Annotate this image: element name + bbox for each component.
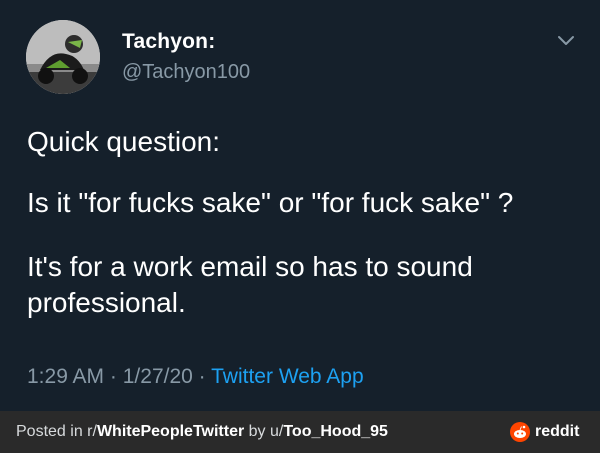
tweet-text-line: Quick question: — [27, 126, 220, 157]
subreddit-link[interactable]: WhitePeopleTwitter — [97, 423, 244, 440]
tweet-time[interactable]: 1:29 AM — [27, 365, 104, 388]
reddit-wordmark: reddit — [535, 423, 580, 440]
author-handle[interactable]: @Tachyon100 — [122, 61, 250, 84]
username-link[interactable]: Too_Hood_95 — [283, 423, 388, 440]
separator: · — [109, 365, 117, 388]
reddit-footer: Posted in r/WhitePeopleTwitter by u/Too_… — [0, 411, 600, 453]
chevron-down-icon[interactable] — [556, 34, 576, 48]
reddit-badge[interactable]: reddit — [510, 422, 579, 442]
author-name[interactable]: Tachyon: — [122, 30, 215, 54]
footer-prefix: Posted in r/ — [16, 423, 97, 440]
tweet-source-link[interactable]: Twitter Web App — [211, 365, 364, 388]
reddit-logo-icon — [510, 422, 530, 442]
footer-caption: Posted in r/WhitePeopleTwitter by u/Too_… — [16, 423, 388, 441]
tweet-metadata: 1:29 AM · 1/27/20 · Twitter Web App — [27, 365, 364, 389]
tweet-date[interactable]: 1/27/20 — [123, 365, 193, 388]
avatar[interactable] — [26, 20, 100, 94]
tweet-text-line: Is it "for fucks sake" or "for fuck sake… — [27, 187, 514, 218]
tweet-text-line: It's for a work email so has to sound pr… — [27, 251, 473, 318]
separator: · — [198, 365, 206, 388]
footer-by: by u/ — [244, 423, 284, 440]
tweet-card: Tachyon: @Tachyon100 Quick question: Is … — [0, 0, 600, 411]
